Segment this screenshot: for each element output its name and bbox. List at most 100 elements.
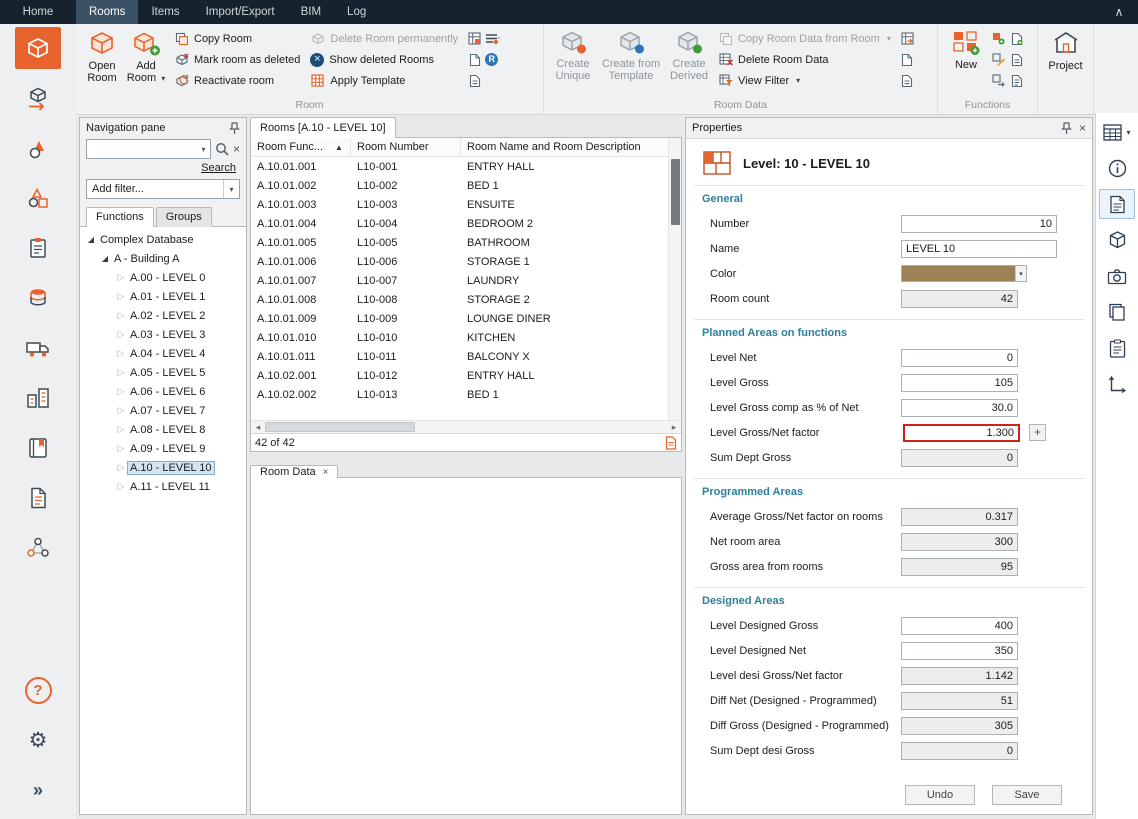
items-module-button[interactable] xyxy=(15,127,61,169)
vertical-scrollbar-thumb[interactable] xyxy=(671,159,680,225)
horizontal-scrollbar-thumb[interactable] xyxy=(265,422,415,432)
menu-tab-bim[interactable]: BIM xyxy=(288,0,334,24)
menu-tab-items[interactable]: Items xyxy=(138,0,192,24)
save-button[interactable]: Save xyxy=(992,785,1062,805)
copy-room-button[interactable]: Copy Room xyxy=(169,28,305,49)
room-report-icon[interactable] xyxy=(467,52,482,67)
menu-tab-rooms[interactable]: Rooms xyxy=(76,0,138,24)
column-header-room-number[interactable]: Room Number xyxy=(351,138,461,156)
table-view-button[interactable]: ▾ xyxy=(1099,117,1135,147)
room-functions-module-button[interactable] xyxy=(15,77,61,119)
tree-level-item[interactable]: ▷A.05 - LEVEL 5 xyxy=(80,363,246,382)
tree-collapsed-icon[interactable]: ▷ xyxy=(115,462,127,473)
room-layout-icon[interactable] xyxy=(467,31,482,46)
room-row[interactable]: A.10.01.010L10-010KITCHEN xyxy=(251,328,681,347)
menu-tab-home[interactable]: Home xyxy=(0,0,76,24)
room-data-log-icon[interactable] xyxy=(900,73,915,88)
search-combo[interactable]: ▾ xyxy=(86,139,211,159)
room-row[interactable]: A.10.02.001L10-012ENTRY HALL xyxy=(251,366,681,385)
documents-module-button[interactable] xyxy=(15,477,61,519)
mark-room-deleted-button[interactable]: Mark room as deleted xyxy=(169,49,305,70)
log-panel-button[interactable] xyxy=(1099,333,1135,363)
help-button[interactable]: ? xyxy=(15,669,61,711)
vertical-scrollbar[interactable] xyxy=(668,138,681,420)
copy-room-data-button[interactable]: Copy Room Data from Room ▾ xyxy=(713,28,896,49)
tree-collapsed-icon[interactable]: ▷ xyxy=(115,405,127,416)
tree-collapsed-icon[interactable]: ▷ xyxy=(115,424,127,435)
search-icon[interactable] xyxy=(215,142,229,156)
clear-search-icon[interactable]: × xyxy=(233,143,240,155)
room-data-tab[interactable]: Room Data × xyxy=(250,465,338,478)
apply-template-button[interactable]: Apply Template xyxy=(305,70,463,91)
rooms-tab[interactable]: Rooms [A.10 - LEVEL 10] xyxy=(250,117,396,138)
properties-panel-button[interactable] xyxy=(1099,189,1135,219)
tree-level-item[interactable]: ▷A.01 - LEVEL 1 xyxy=(80,287,246,306)
room-row[interactable]: A.10.01.004L10-004BEDROOM 2 xyxy=(251,214,681,233)
search-link[interactable]: Search xyxy=(201,162,236,174)
reports-module-button[interactable] xyxy=(15,427,61,469)
create-unique-button[interactable]: Create Unique xyxy=(549,26,597,98)
tab-groups[interactable]: Groups xyxy=(156,207,212,227)
pin-icon[interactable] xyxy=(229,122,240,135)
level-net-field[interactable] xyxy=(901,349,1018,367)
move-function-icon[interactable] xyxy=(991,73,1006,88)
add-sibling-function-icon[interactable] xyxy=(991,31,1006,46)
function-log-icon[interactable] xyxy=(1009,73,1024,88)
tree-level-item[interactable]: ▷A.02 - LEVEL 2 xyxy=(80,306,246,325)
tree-collapsed-icon[interactable]: ▷ xyxy=(115,310,127,321)
tree-level-item[interactable]: ▷A.07 - LEVEL 7 xyxy=(80,401,246,420)
edit-function-icon[interactable] xyxy=(991,52,1006,67)
color-swatch[interactable] xyxy=(902,266,1015,281)
tree-level-item[interactable]: ▷A.09 - LEVEL 9 xyxy=(80,439,246,458)
pin-icon[interactable] xyxy=(1061,122,1072,135)
tree-level-item[interactable]: ▷A.11 - LEVEL 11 xyxy=(80,477,246,496)
room-menu-icon[interactable] xyxy=(485,31,500,46)
tab-functions[interactable]: Functions xyxy=(86,207,154,227)
tree-level-item[interactable]: ▷A.03 - LEVEL 3 xyxy=(80,325,246,344)
room-row[interactable]: A.10.01.005L10-005BATHROOM xyxy=(251,233,681,252)
tree-level-item-selected[interactable]: ▷A.10 - LEVEL 10 xyxy=(80,458,246,477)
level-gross-field[interactable] xyxy=(901,374,1018,392)
dropdown-icon[interactable]: ▾ xyxy=(1126,128,1130,137)
show-deleted-rooms-button[interactable]: × Show deleted Rooms xyxy=(305,49,463,70)
close-tab-icon[interactable]: × xyxy=(323,467,329,478)
search-combo-dropdown-icon[interactable]: ▾ xyxy=(197,145,210,154)
collapse-ribbon-icon[interactable]: ∧ xyxy=(1108,0,1130,24)
tree-expanded-icon[interactable]: ◢ xyxy=(99,254,111,263)
horizontal-scrollbar[interactable]: ◂ ▸ xyxy=(251,420,681,433)
add-room-button[interactable]: Add Room ▾ xyxy=(123,26,169,98)
menu-tab-import-export[interactable]: Import/Export xyxy=(193,0,288,24)
images-panel-button[interactable] xyxy=(1099,261,1135,291)
color-picker[interactable]: ▾ xyxy=(901,265,1027,282)
add-filter-dropdown-icon[interactable]: ▾ xyxy=(223,180,239,198)
room-row[interactable]: A.10.01.002L10-002BED 1 xyxy=(251,176,681,195)
documents-panel-button[interactable] xyxy=(1099,297,1135,327)
tree-collapsed-icon[interactable]: ▷ xyxy=(115,329,127,340)
column-header-room-name[interactable]: Room Name and Room Description xyxy=(461,138,681,156)
buildings-module-button[interactable] xyxy=(15,377,61,419)
close-icon[interactable]: × xyxy=(1079,122,1086,134)
add-filter-combo[interactable]: Add filter... ▾ xyxy=(86,179,240,199)
tree-collapsed-icon[interactable]: ▷ xyxy=(115,481,127,492)
tree-node-database[interactable]: ◢ Complex Database xyxy=(80,230,246,249)
model-viewer-button[interactable] xyxy=(1099,225,1135,255)
room-row[interactable]: A.10.02.002L10-013BED 1 xyxy=(251,385,681,404)
project-button[interactable]: Project xyxy=(1043,26,1088,98)
number-field[interactable] xyxy=(901,215,1057,233)
logistics-module-button[interactable] xyxy=(15,327,61,369)
tree-collapsed-icon[interactable]: ▷ xyxy=(115,367,127,378)
add-value-button[interactable]: + xyxy=(1029,424,1046,441)
tree-collapsed-icon[interactable]: ▷ xyxy=(115,348,127,359)
expand-sidebar-button[interactable]: » xyxy=(15,769,61,811)
finance-module-button[interactable] xyxy=(15,277,61,319)
delete-room-permanently-button[interactable]: Delete Room permanently xyxy=(305,28,463,49)
create-derived-button[interactable]: Create Derived xyxy=(665,26,713,98)
settings-button[interactable]: ⚙ xyxy=(15,719,61,761)
tree-collapsed-icon[interactable]: ▷ xyxy=(115,291,127,302)
room-log-icon[interactable] xyxy=(467,73,482,88)
tree-expanded-icon[interactable]: ◢ xyxy=(85,235,97,244)
room-row[interactable]: A.10.01.006L10-006STORAGE 1 xyxy=(251,252,681,271)
undo-button[interactable]: Undo xyxy=(905,785,975,805)
column-header-room-func[interactable]: Room Func...▲ xyxy=(251,138,351,156)
gross-net-factor-field[interactable] xyxy=(903,424,1020,442)
